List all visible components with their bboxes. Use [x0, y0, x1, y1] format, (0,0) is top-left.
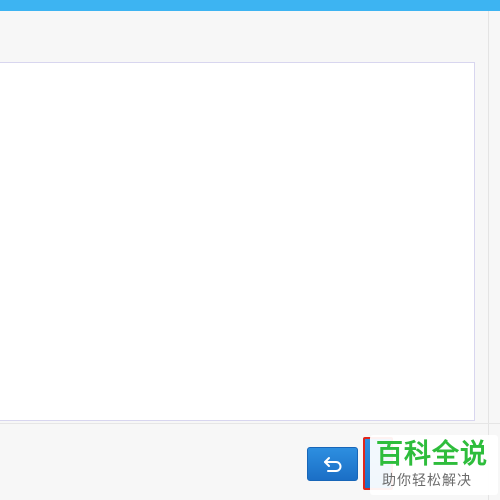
undo-arrow-icon: [323, 457, 341, 472]
content-area[interactable]: [0, 62, 475, 421]
watermark-badge: 百科全说 助你轻松解决: [370, 435, 498, 495]
right-edge-divider: [488, 11, 489, 500]
watermark-title: 百科全说: [376, 439, 488, 469]
undo-button[interactable]: [307, 447, 358, 481]
top-accent-bar: [0, 0, 500, 11]
footer-divider: [0, 423, 500, 424]
app-window: 百科全说 助你轻松解决: [0, 0, 500, 500]
watermark-subtitle: 助你轻松解决: [382, 472, 472, 488]
